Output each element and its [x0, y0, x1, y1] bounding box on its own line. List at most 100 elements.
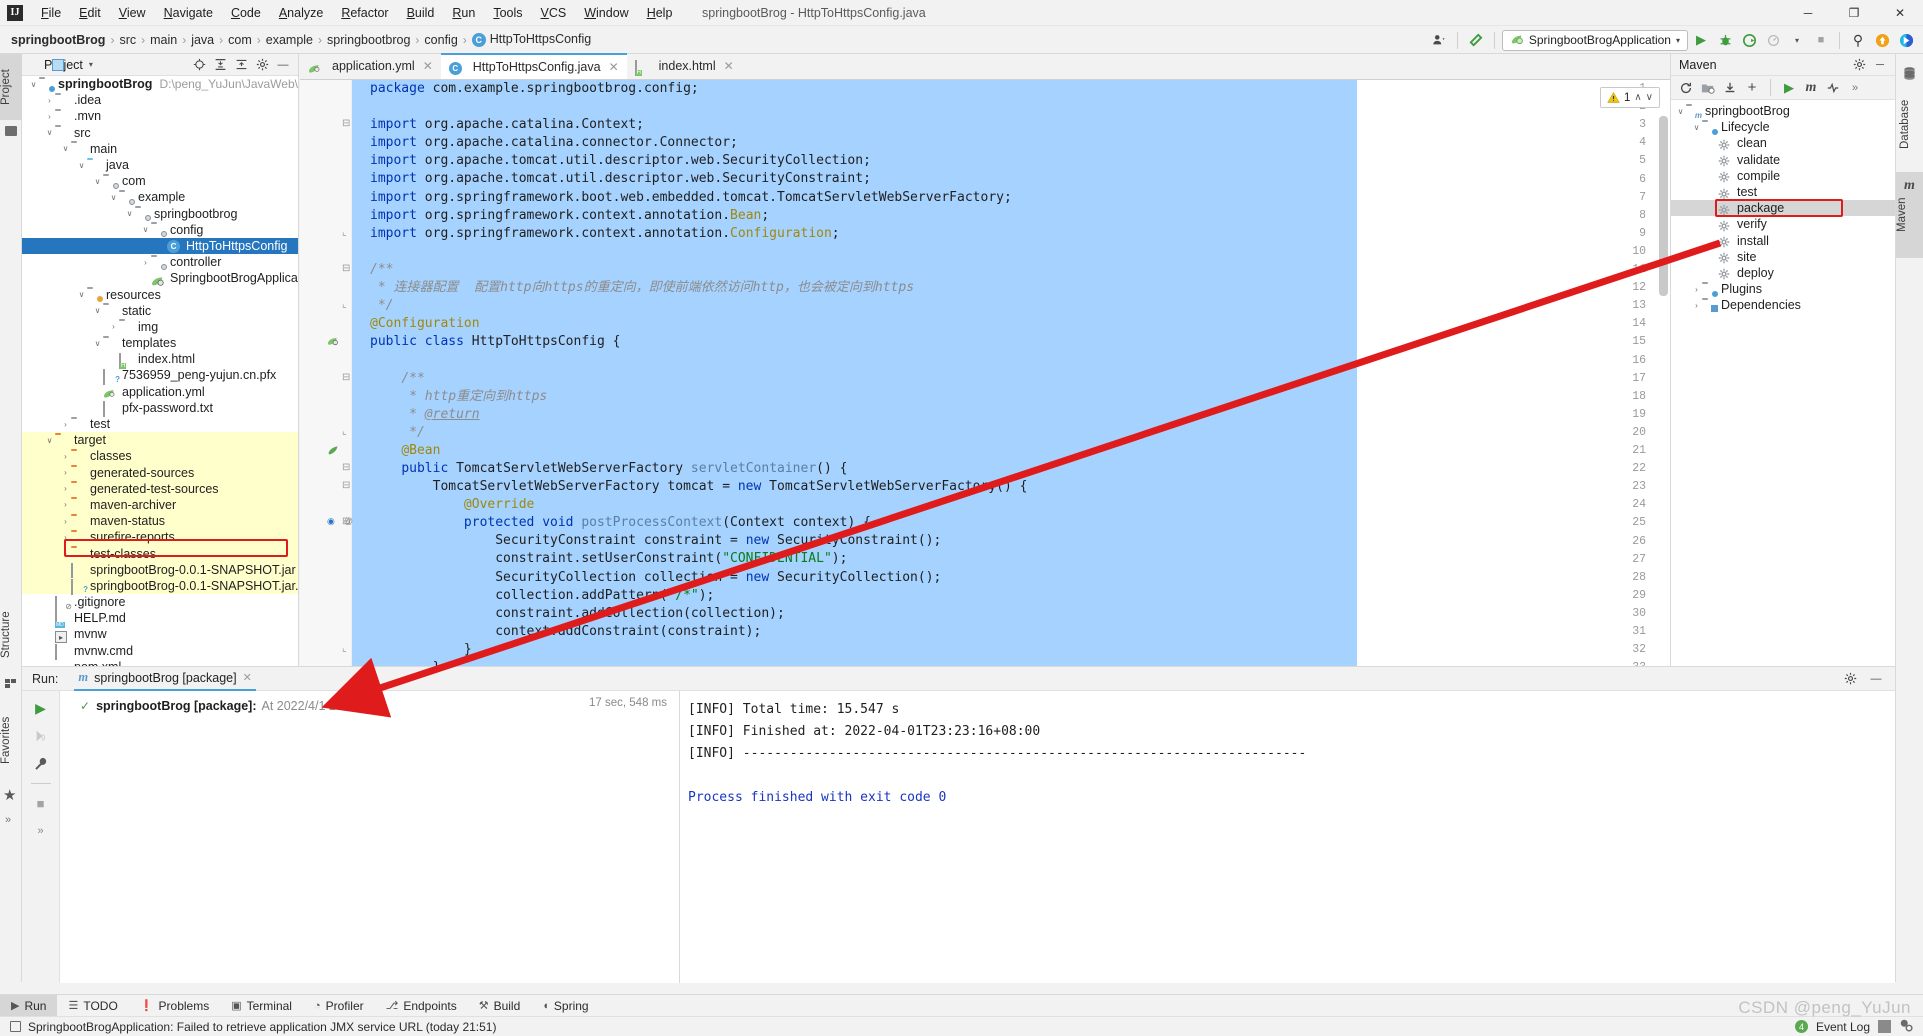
- maven-node[interactable]: ∨ m springbootBrog: [1671, 103, 1895, 120]
- maven-node[interactable]: › Plugins: [1671, 281, 1895, 297]
- run-with-coverage-icon[interactable]: [1738, 29, 1760, 51]
- tree-node[interactable]: ∨ src: [22, 125, 298, 141]
- code-line[interactable]: /**: [352, 261, 1670, 279]
- fold-marker[interactable]: ⊟: [342, 263, 350, 274]
- tree-expand-arrow[interactable]: ∨: [92, 339, 103, 348]
- add-maven-project-icon[interactable]: [1699, 79, 1717, 97]
- maven-node-selected[interactable]: package: [1671, 200, 1895, 217]
- tree-node[interactable]: › generated-test-sources: [22, 480, 298, 497]
- code-line[interactable]: [352, 243, 1670, 261]
- memory-indicator-icon[interactable]: [1878, 1020, 1891, 1033]
- code-line[interactable]: constraint.addCollection(collection);: [352, 605, 1670, 623]
- maven-node[interactable]: deploy: [1671, 265, 1895, 281]
- hide-panel-icon[interactable]: —: [1867, 670, 1885, 688]
- tree-expand-arrow[interactable]: ›: [44, 112, 55, 121]
- fold-marker[interactable]: ⌞: [342, 643, 347, 654]
- tool-window-profiler[interactable]: ◔ Profiler: [303, 995, 375, 1017]
- tree-expand-arrow[interactable]: ›: [108, 322, 119, 331]
- code-line[interactable]: @Configuration: [352, 315, 1670, 333]
- code-line[interactable]: context.addConstraint(constraint);: [352, 623, 1670, 641]
- tree-node[interactable]: pfx-password.txt: [22, 400, 298, 418]
- menu-navigate[interactable]: Navigate: [155, 0, 222, 26]
- menu-code[interactable]: Code: [222, 0, 270, 26]
- code-line[interactable]: * @return: [352, 406, 1670, 424]
- minimize-button[interactable]: ─: [1785, 0, 1831, 26]
- tree-node[interactable]: › test-classes: [22, 545, 298, 562]
- fold-marker[interactable]: ⊟: [342, 480, 350, 491]
- menu-vcs[interactable]: VCS: [532, 0, 576, 26]
- maven-node[interactable]: compile: [1671, 168, 1895, 184]
- close-icon[interactable]: ✕: [243, 671, 252, 684]
- tree-expand-arrow[interactable]: ›: [60, 500, 71, 509]
- fold-marker[interactable]: ⊟: [342, 118, 350, 129]
- tree-node[interactable]: index.html: [22, 351, 298, 369]
- code-line[interactable]: import org.apache.catalina.Context;: [352, 116, 1670, 134]
- settings-icon[interactable]: [1899, 1018, 1913, 1035]
- tree-node[interactable]: › surefire-reports: [22, 529, 298, 546]
- tree-expand-arrow[interactable]: ›: [60, 484, 71, 493]
- menu-refactor[interactable]: Refactor: [332, 0, 397, 26]
- tree-node[interactable]: › test: [22, 416, 298, 432]
- run-configuration-selector[interactable]: SpringbootBrogApplication ▾: [1501, 29, 1688, 51]
- maven-node[interactable]: site: [1671, 249, 1895, 265]
- code-line[interactable]: /**: [352, 370, 1670, 388]
- tree-node[interactable]: ∨ target: [22, 432, 298, 449]
- editor-scrollbar[interactable]: [1659, 116, 1668, 296]
- tool-window-terminal[interactable]: ▣ Terminal: [220, 995, 303, 1017]
- tree-expand-arrow[interactable]: ›: [60, 533, 71, 542]
- fold-marker[interactable]: ⊟: [342, 372, 350, 383]
- tree-node[interactable]: › img: [22, 319, 298, 335]
- more-strip-icon[interactable]: »: [5, 814, 11, 826]
- tree-node[interactable]: springbootBrog-0.0.1-SNAPSHOT.jar: [22, 561, 298, 580]
- sidebar-tab-database[interactable]: Database: [1899, 86, 1921, 162]
- tree-node[interactable]: ?springbootBrog-0.0.1-SNAPSHOT.jar.origi…: [22, 577, 298, 596]
- tree-node[interactable]: ∨ example: [22, 189, 298, 205]
- tree-expand-arrow[interactable]: ∨: [1675, 107, 1686, 116]
- maven-node[interactable]: clean: [1671, 135, 1895, 151]
- rerun-failed-tests-icon[interactable]: 9: [32, 727, 50, 745]
- tree-expand-arrow[interactable]: ›: [60, 468, 71, 477]
- tree-node[interactable]: ∨ templates: [22, 335, 298, 351]
- locate-file-icon[interactable]: [190, 56, 208, 74]
- menu-analyze[interactable]: Analyze: [270, 0, 332, 26]
- execute-maven-goal-icon[interactable]: m: [1802, 79, 1820, 97]
- breadcrumb-item-java[interactable]: java: [188, 33, 217, 47]
- sidebar-tab-favorites[interactable]: Favorites: [0, 702, 22, 778]
- run-result-tree[interactable]: ✓ springbootBrog [package]: At 2022/4/1 …: [60, 691, 810, 983]
- search-icon[interactable]: ⚲: [1847, 29, 1869, 51]
- idea-icon[interactable]: [1895, 29, 1917, 51]
- code-line[interactable]: constraint.setUserConstraint("CONFIDENTI…: [352, 550, 1670, 568]
- tree-node[interactable]: › classes: [22, 448, 298, 465]
- run-maven-goal-icon[interactable]: ▶: [1780, 79, 1798, 97]
- tree-node[interactable]: application.yml: [22, 384, 298, 400]
- tool-window-todo[interactable]: ☰ TODO: [57, 995, 128, 1017]
- maven-tree[interactable]: ∨ m springbootBrog ∨ Lifecycle clean validate c…: [1671, 100, 1895, 313]
- gear-icon[interactable]: [1850, 56, 1868, 74]
- tree-expand-arrow[interactable]: ∨: [108, 193, 119, 202]
- tree-expand-arrow[interactable]: ›: [60, 420, 71, 429]
- breadcrumb-item-config[interactable]: config: [421, 33, 460, 47]
- code-line[interactable]: [352, 98, 1670, 116]
- prev-problem-icon[interactable]: ∧: [1634, 92, 1641, 103]
- menu-file[interactable]: File: [32, 0, 70, 26]
- code-line[interactable]: * 连接器配置 配置http向https的重定向，即使前端依然访问http，也会…: [352, 279, 1670, 297]
- code-line[interactable]: import org.springframework.context.annot…: [352, 225, 1670, 243]
- gutter-spring-icon[interactable]: [327, 335, 339, 350]
- collapse-all-icon[interactable]: [232, 56, 250, 74]
- breadcrumb-item-current[interactable]: C HttpToHttpsConfig: [469, 32, 594, 47]
- code-line[interactable]: import org.apache.tomcat.util.descriptor…: [352, 170, 1670, 188]
- fold-marker[interactable]: ⌞: [342, 299, 347, 310]
- tool-window-build[interactable]: ⚒ Build: [468, 995, 532, 1017]
- download-sources-icon[interactable]: [1721, 79, 1739, 97]
- tree-node-selected[interactable]: C HttpToHttpsConfig: [22, 237, 298, 255]
- project-tree[interactable]: ∨ springbootBrog D:\peng_YuJun\JavaWeb\pro…: [22, 76, 298, 666]
- hide-panel-icon[interactable]: ─: [1871, 56, 1889, 74]
- menu-build[interactable]: Build: [398, 0, 444, 26]
- tree-node[interactable]: ∨ main: [22, 141, 298, 157]
- tree-node[interactable]: ∨ springbootBrog D:\peng_YuJun\JavaWeb\pro…: [22, 76, 298, 92]
- add-icon[interactable]: +: [1743, 79, 1761, 97]
- gear-icon[interactable]: [1841, 670, 1859, 688]
- code-line[interactable]: */: [352, 424, 1670, 442]
- breadcrumb-item-springbootbrog[interactable]: springbootBrog: [8, 33, 108, 47]
- tree-node[interactable]: ∨ springbootbrog: [22, 206, 298, 222]
